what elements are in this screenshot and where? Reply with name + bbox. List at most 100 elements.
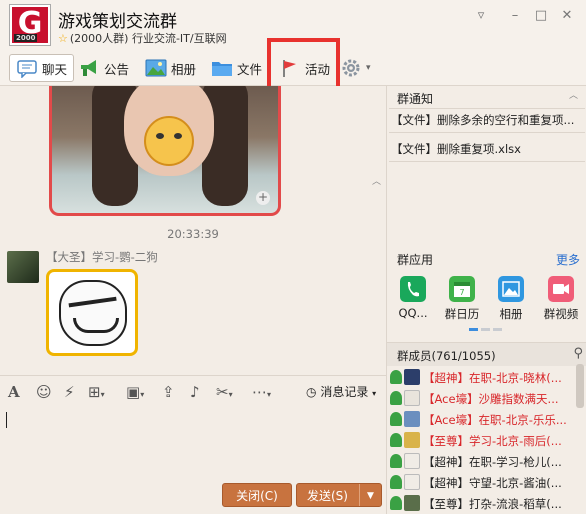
members-title: 群成员(761/1055) bbox=[397, 349, 496, 363]
list-item[interactable]: 【Ace壕】在职-北京-乐乐... bbox=[387, 409, 577, 430]
clock-icon: ◷ bbox=[306, 385, 317, 399]
zoom-icon[interactable]: + bbox=[256, 191, 270, 205]
photo-album-icon bbox=[145, 58, 167, 78]
message-history-button[interactable]: ◷ 消息记录 ▾ bbox=[306, 383, 376, 400]
member-status-icon bbox=[390, 370, 402, 384]
magic-wand-icon[interactable]: ⚡ bbox=[64, 382, 75, 402]
group-meta: ☆ (2000人群) 行业交流-IT/互联网 bbox=[58, 30, 227, 46]
phone-icon bbox=[400, 276, 426, 302]
group-logo-year: 2000 bbox=[14, 34, 38, 42]
avatar bbox=[404, 390, 420, 406]
message-sender[interactable]: 【大圣】学习-鹦-二狗 bbox=[46, 249, 158, 265]
notice-item[interactable]: 【文件】删除重复项.xlsx bbox=[391, 141, 585, 157]
gift-icon[interactable]: ⊞▾ bbox=[88, 382, 105, 402]
close-button[interactable]: 关闭(C) bbox=[222, 483, 292, 507]
app-video[interactable]: 群视频 bbox=[537, 276, 585, 322]
svg-text:7: 7 bbox=[459, 288, 464, 297]
pager-dot[interactable] bbox=[469, 328, 478, 331]
member-name: 【Ace壕】在职-北京-乐乐... bbox=[423, 413, 567, 427]
more-tools-icon[interactable]: ⋯▾ bbox=[252, 382, 271, 402]
avatar bbox=[404, 495, 420, 511]
tab-announcement-label: 公告 bbox=[104, 61, 130, 77]
apps-pager[interactable] bbox=[469, 328, 502, 331]
notices-title: 群通知 bbox=[397, 92, 434, 106]
tab-album-label: 相册 bbox=[171, 61, 197, 77]
scissors-icon[interactable]: ✂▾ bbox=[216, 382, 233, 402]
list-item[interactable]: 【Ace壕】沙雕指数满天... bbox=[387, 388, 577, 409]
text-caret bbox=[6, 412, 7, 428]
folder-icon bbox=[211, 58, 233, 78]
member-status-icon bbox=[390, 391, 402, 405]
image-icon[interactable]: ▣▾ bbox=[126, 382, 144, 402]
upload-icon[interactable]: ⇪ bbox=[162, 382, 175, 402]
apps-more-link[interactable]: 更多 bbox=[556, 251, 580, 268]
tab-files[interactable]: 文件 bbox=[211, 54, 262, 82]
group-name[interactable]: 游戏策划交流群 bbox=[58, 7, 177, 32]
photo-emoji-sticker bbox=[144, 116, 194, 166]
tab-announcement[interactable]: 公告 bbox=[78, 54, 129, 82]
right-panel: 群通知 ︿ 【文件】删除多余的空行和重复项... 【文件】删除重复项.xlsx … bbox=[386, 86, 586, 514]
divider bbox=[389, 132, 585, 133]
tab-files-label: 文件 bbox=[237, 61, 263, 77]
app-label: 相册 bbox=[499, 307, 523, 321]
app-album[interactable]: 相册 bbox=[487, 276, 535, 322]
tab-chat[interactable]: 聊天 bbox=[9, 54, 75, 82]
send-button-label: 发送(S) bbox=[307, 489, 348, 503]
member-status-icon bbox=[390, 433, 402, 447]
chat-messages: + ︿ 20:33:39 【大圣】学习-鹦-二狗 bbox=[0, 86, 386, 374]
calendar-icon: 7 bbox=[449, 276, 475, 302]
notice-item[interactable]: 【文件】删除多余的空行和重复项... bbox=[391, 112, 585, 128]
avatar bbox=[404, 453, 420, 469]
member-name: 【至尊】学习-北京-雨后(... bbox=[423, 434, 562, 448]
close-window-button[interactable]: ✕ bbox=[558, 8, 576, 24]
member-status-icon bbox=[390, 475, 402, 489]
meme-face-image bbox=[59, 280, 127, 346]
chevron-down-icon: ▾ bbox=[267, 390, 272, 399]
app-label: 群日历 bbox=[444, 307, 480, 321]
megaphone-icon bbox=[78, 58, 100, 78]
message-input[interactable]: 关闭(C) 发送(S) ▼ bbox=[0, 407, 386, 514]
pager-dot[interactable] bbox=[481, 328, 490, 331]
divider bbox=[389, 108, 585, 109]
member-name: 【超神】在职-学习-枪儿(... bbox=[423, 455, 562, 469]
app-calendar[interactable]: 7 群日历 bbox=[438, 276, 486, 322]
list-item[interactable]: 【超神】在职-北京-晓林(... bbox=[387, 367, 577, 388]
chevron-down-icon: ▾ bbox=[228, 390, 233, 399]
chat-bubble-icon bbox=[16, 58, 38, 79]
list-item[interactable]: 【超神】守望-北京-酱油(... bbox=[387, 472, 577, 493]
divider bbox=[389, 161, 585, 162]
picture-icon bbox=[498, 276, 524, 302]
highlight-annotation-box bbox=[267, 38, 340, 92]
dropdown-arrow-icon[interactable]: ▿ bbox=[472, 8, 490, 24]
send-button[interactable]: 发送(S) ▼ bbox=[296, 483, 382, 507]
avatar[interactable] bbox=[7, 251, 39, 283]
list-item[interactable]: 【至尊】打杂-流浪-稻草(... bbox=[387, 493, 577, 514]
list-item[interactable]: 【至尊】学习-北京-雨后(... bbox=[387, 430, 577, 451]
group-logo[interactable]: G 2000 bbox=[10, 5, 50, 45]
message-timestamp: 20:33:39 bbox=[167, 227, 219, 241]
search-icon[interactable]: ⚲ bbox=[573, 346, 583, 361]
tab-album[interactable]: 相册 bbox=[145, 54, 196, 82]
chevron-down-icon: ▾ bbox=[372, 389, 377, 398]
sticker-message[interactable] bbox=[46, 269, 138, 356]
apps-title: 群应用 bbox=[397, 253, 434, 267]
member-status-icon bbox=[390, 496, 402, 510]
collapse-icon[interactable]: ︿ bbox=[569, 88, 578, 101]
settings-menu-button[interactable]: ▾ bbox=[340, 54, 371, 82]
send-options-dropdown[interactable]: ▼ bbox=[359, 484, 381, 506]
scroll-up-icon[interactable]: ︿ bbox=[372, 174, 381, 187]
avatar bbox=[404, 411, 420, 427]
font-icon[interactable]: A bbox=[8, 382, 20, 402]
maximize-button[interactable]: □ bbox=[532, 8, 550, 24]
app-qq-call[interactable]: QQ... bbox=[389, 276, 437, 320]
member-name: 【至尊】打杂-流浪-稻草(... bbox=[423, 497, 562, 511]
app-label: QQ... bbox=[398, 306, 428, 320]
minimize-button[interactable]: – bbox=[506, 8, 524, 24]
members-scrollbar[interactable] bbox=[576, 364, 584, 408]
shared-photo[interactable]: + bbox=[49, 86, 281, 216]
emoji-icon[interactable]: ☺ bbox=[36, 382, 52, 402]
avatar bbox=[404, 432, 420, 448]
list-item[interactable]: 【超神】在职-学习-枪儿(... bbox=[387, 451, 577, 472]
pager-dot[interactable] bbox=[493, 328, 502, 331]
bell-icon[interactable]: ♪ bbox=[190, 382, 200, 402]
